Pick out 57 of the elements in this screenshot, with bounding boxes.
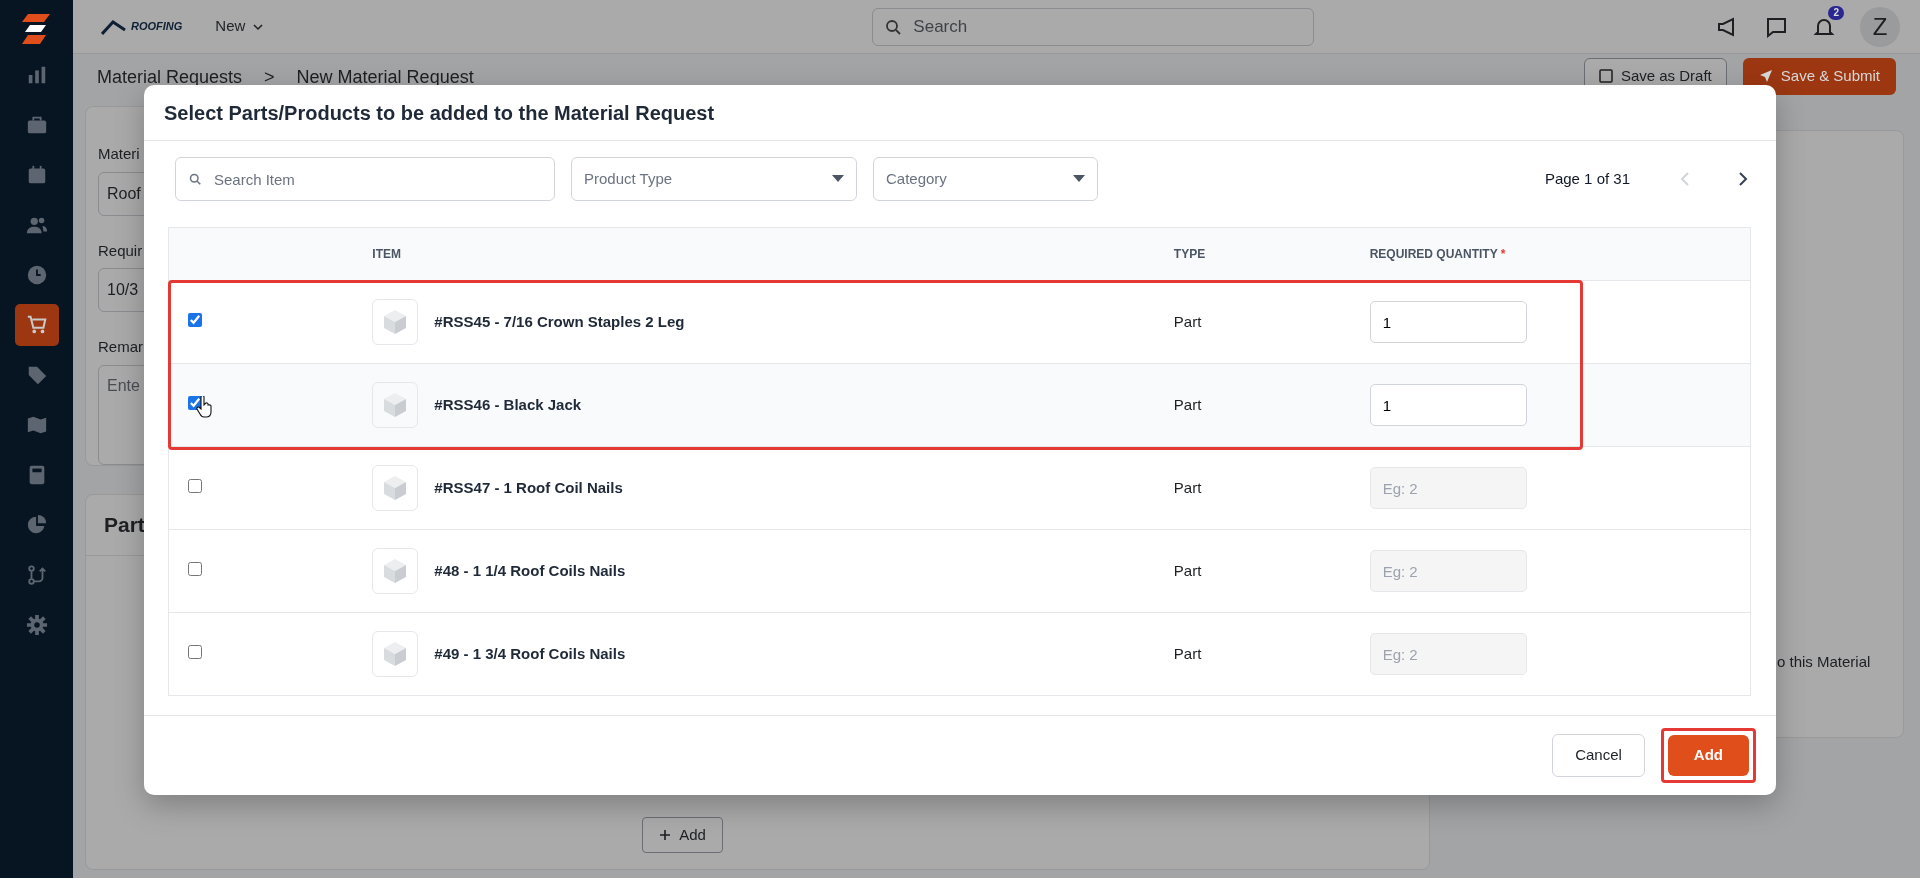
info-text: o this Material <box>1777 651 1872 672</box>
dropdown-field[interactable]: Category <box>873 157 1098 201</box>
cube-icon <box>383 392 408 418</box>
field-label: Remar <box>98 337 143 357</box>
caret-icon <box>253 21 264 32</box>
row-checkbox[interactable] <box>188 395 202 410</box>
column-header: TYPE <box>1173 247 1206 261</box>
notification-badge: 2 <box>1828 6 1844 21</box>
caret-icon <box>832 175 844 183</box>
cancel-button[interactable]: Cancel <box>1552 734 1645 777</box>
plus-icon <box>659 828 672 841</box>
item-type: Part <box>1173 561 1202 579</box>
item-name: #48 - 1 1/4 Roof Coils Nails <box>434 560 626 581</box>
sidebar-item[interactable] <box>14 304 59 346</box>
settings-icon <box>25 614 48 636</box>
item-type: Part <box>1173 478 1202 496</box>
cube-icon <box>383 309 408 335</box>
quantity-field[interactable]: 1 <box>1369 384 1527 426</box>
caret-icon <box>1073 175 1085 183</box>
branch-icon <box>25 564 48 586</box>
cart-icon <box>25 314 48 336</box>
cube-icon <box>383 558 408 584</box>
briefcase-icon <box>25 114 48 136</box>
pie-chart-icon <box>25 514 48 536</box>
cube-icon <box>383 475 408 501</box>
pointer-cursor-icon <box>196 395 212 418</box>
column-header: REQUIRED QUANTITY * <box>1369 247 1506 261</box>
quantity-field[interactable]: 1 <box>1369 301 1527 343</box>
search-field[interactable]: Search <box>872 7 1315 46</box>
dropdown-field[interactable]: Product Type <box>571 157 857 201</box>
user-avatar[interactable]: Z <box>1860 6 1900 47</box>
brand-logo: ROOFING <box>101 18 183 35</box>
item-name: #RSS46 - Black Jack <box>434 394 582 415</box>
row-checkbox[interactable] <box>188 312 202 327</box>
field-label: Requir <box>98 240 143 261</box>
save-submit-button[interactable]: Save & Submit <box>1742 58 1896 95</box>
row-checkbox[interactable] <box>188 561 202 576</box>
item-type: Part <box>1173 395 1202 413</box>
row-checkbox[interactable] <box>188 644 202 659</box>
map-icon <box>25 414 48 436</box>
item-type: Part <box>1173 644 1202 662</box>
field-label: Materi <box>98 144 140 164</box>
chevron-right-icon <box>1738 171 1748 187</box>
add-button[interactable]: Add <box>1667 735 1749 776</box>
modal-title: Select Parts/Products to be added to the Material Request <box>144 85 1776 141</box>
item-name: #RSS47 - 1 Roof Coil Nails <box>434 477 623 498</box>
item-name: #49 - 1 3/4 Roof Coils Nails <box>434 643 626 664</box>
cube-icon <box>383 641 408 667</box>
new-menu-button[interactable]: New <box>206 10 273 43</box>
add-part-button[interactable]: Add <box>642 816 723 853</box>
page-indicator: Page 1 of 31 <box>1544 168 1630 189</box>
chevron-left-icon <box>1680 171 1690 187</box>
clock-icon <box>25 264 48 286</box>
column-header: ITEM <box>372 247 402 261</box>
item-name: #RSS45 - 7/16 Crown Staples 2 Leg <box>434 311 685 332</box>
item-type: Part <box>1173 312 1202 330</box>
row-checkbox[interactable] <box>188 478 202 493</box>
